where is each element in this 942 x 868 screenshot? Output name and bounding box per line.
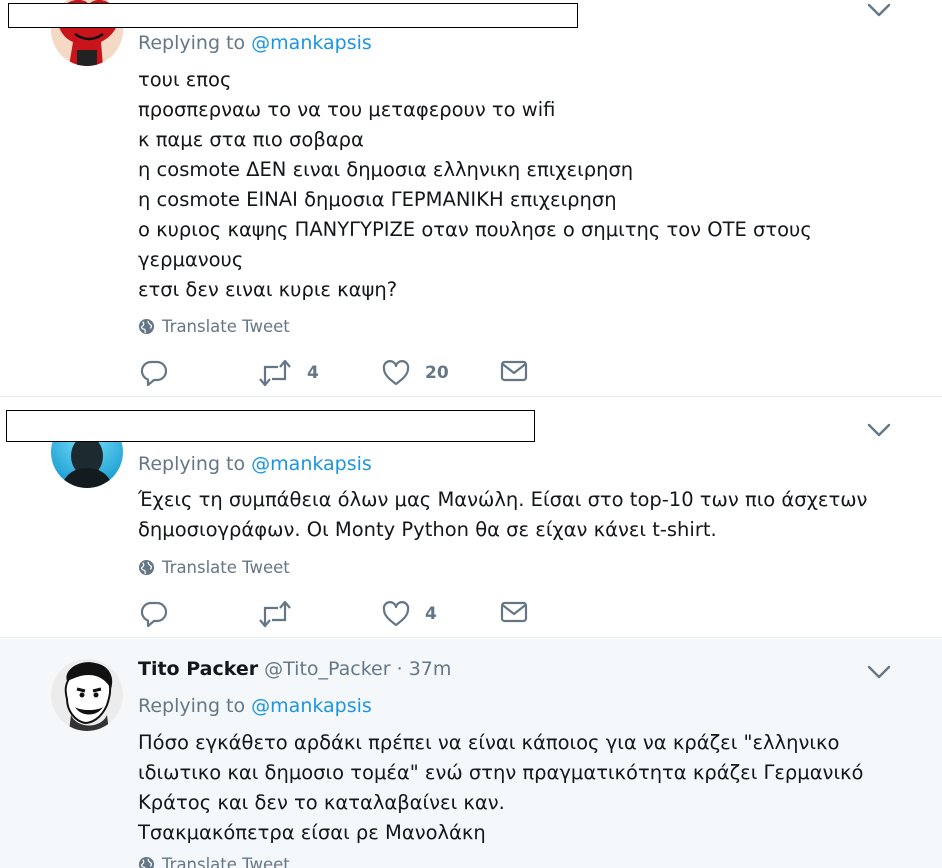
replying-to-prefix: Replying to xyxy=(138,695,246,717)
tweet-text: Έχεις τη συμπάθεια όλων μας Μανώλη. Είσα… xyxy=(138,485,868,545)
redacted-user-header xyxy=(6,410,535,442)
reply-button[interactable] xyxy=(140,600,168,628)
chevron-down-icon[interactable] xyxy=(866,662,892,682)
tweet-text-line: Κράτος και δεν το καταλαβαίνει καν. xyxy=(138,791,505,814)
envelope-icon xyxy=(500,600,528,624)
translate-tweet-link[interactable]: Translate Tweet xyxy=(138,855,290,868)
translate-label: Translate Tweet xyxy=(162,317,290,336)
mention-link[interactable]: @mankapsis xyxy=(251,32,372,54)
like-count: 4 xyxy=(425,604,437,624)
tweet-text-line: η cosmote ΕΙΝΑΙ δημοσια ΓΕΡΜΑΝΙΚΗ επιχει… xyxy=(138,188,617,211)
translate-label: Translate Tweet xyxy=(162,558,290,577)
tweet-2[interactable]: Replying to @mankapsis Έχεις τη συμπάθει… xyxy=(0,398,942,638)
retweet-button[interactable]: 4 xyxy=(258,359,319,387)
heart-icon xyxy=(382,600,410,628)
replying-to-prefix: Replying to xyxy=(138,453,246,475)
globe-icon xyxy=(138,559,155,576)
tweet-actions: 4 xyxy=(140,600,560,628)
replying-to: Replying to @mankapsis xyxy=(138,32,372,54)
tweet-text-line: Πόσο εγκάθετο αρδάκι πρέπει να είναι κάπ… xyxy=(138,731,840,754)
reply-icon xyxy=(140,600,168,628)
tweet-text-line: Τσακμακόπετρα είσαι ρε Μανολάκη xyxy=(138,821,486,844)
user-handle[interactable]: @Tito_Packer xyxy=(264,658,390,680)
heart-icon xyxy=(382,359,410,387)
separator-dot: · xyxy=(396,658,403,680)
retweet-icon xyxy=(258,600,292,628)
tweet-timestamp[interactable]: 37m xyxy=(409,658,452,680)
tweet-text-line: κ παμε στα πιο σοβαρα xyxy=(138,128,364,151)
tweet-text: Πόσο εγκάθετο αρδάκι πρέπει να είναι κάπ… xyxy=(138,728,864,848)
replying-to: Replying to @mankapsis xyxy=(138,453,372,475)
translate-tweet-link[interactable]: Translate Tweet xyxy=(138,558,290,577)
tweet-text-line: ετσι δεν ειναι κυριε καψη? xyxy=(138,278,398,301)
tweet-header: Tito Packer @Tito_Packer · 37m xyxy=(138,658,451,680)
like-button[interactable]: 20 xyxy=(382,359,449,387)
reply-icon xyxy=(140,359,168,387)
tweet-text-line: τουι επος xyxy=(138,68,232,91)
retweet-icon xyxy=(258,359,292,387)
reply-button[interactable] xyxy=(140,359,168,387)
replying-to: Replying to @mankapsis xyxy=(138,695,372,717)
translate-label: Translate Tweet xyxy=(162,855,290,868)
direct-message-button[interactable] xyxy=(500,600,528,624)
like-count: 20 xyxy=(425,363,449,383)
tweet-text-line: ο κυριος καψης ΠΑΝΥΓΥΡΙΖΕ οταν πουλησε ο… xyxy=(138,218,812,241)
user-fullname[interactable]: Tito Packer xyxy=(138,658,258,680)
tweet-text-line: η cosmote ΔΕΝ ειναι δημοσια ελληνικη επι… xyxy=(138,158,634,181)
globe-icon xyxy=(138,318,155,335)
tweet-text: τουι επος προσπερναω το να του μεταφερου… xyxy=(138,65,858,305)
tweet-text-line: δημοσιογράφων. Οι Monty Python θα σε είχ… xyxy=(138,518,717,541)
globe-icon xyxy=(138,856,155,868)
direct-message-button[interactable] xyxy=(500,359,528,383)
tweet-text-line: ιδιωτικο και δημοσιο τομέα" ενώ στην πρα… xyxy=(138,761,864,784)
replying-to-prefix: Replying to xyxy=(138,32,246,54)
chevron-down-icon[interactable] xyxy=(866,0,892,20)
retweet-button[interactable] xyxy=(258,600,292,628)
envelope-icon xyxy=(500,359,528,383)
tweet-3[interactable]: Tito Packer @Tito_Packer · 37m Replying … xyxy=(0,639,942,868)
retweet-count: 4 xyxy=(307,363,319,383)
tweet-1[interactable]: Replying to @mankapsis τουι επος προσπερ… xyxy=(0,0,942,397)
mention-link[interactable]: @mankapsis xyxy=(251,453,372,475)
tweet-text-line: γερμανους xyxy=(138,248,244,271)
avatar[interactable] xyxy=(51,659,123,731)
tweet-actions: 4 20 xyxy=(140,359,560,387)
like-button[interactable]: 4 xyxy=(382,600,437,628)
tweet-text-line: προσπερναω το να του μεταφερουν το wifi xyxy=(138,98,556,121)
redacted-user-header xyxy=(8,3,578,28)
tweet-text-line: Έχεις τη συμπάθεια όλων μας Μανώλη. Είσα… xyxy=(138,488,868,511)
chevron-down-icon[interactable] xyxy=(866,420,892,440)
mention-link[interactable]: @mankapsis xyxy=(251,695,372,717)
translate-tweet-link[interactable]: Translate Tweet xyxy=(138,317,290,336)
